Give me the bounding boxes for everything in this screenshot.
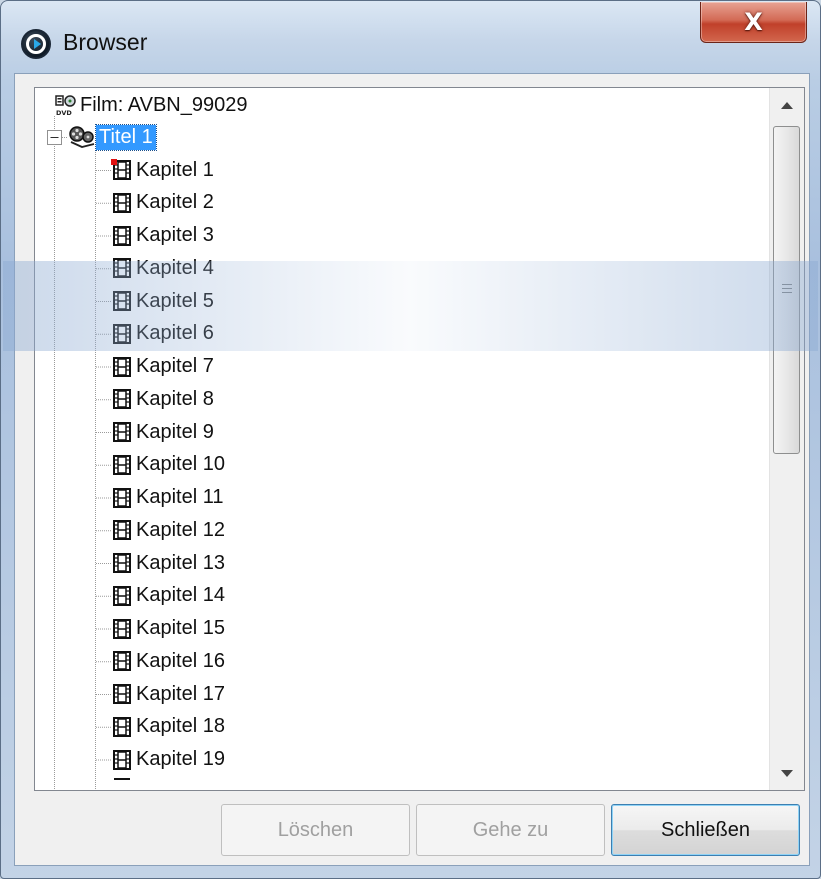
tree-chapter-node[interactable]: Kapitel 3	[111, 222, 217, 250]
tree-chapter-node[interactable]: Kapitel 16	[111, 647, 228, 675]
close-window-button[interactable]: X	[700, 2, 807, 43]
scroll-thumb[interactable]	[773, 126, 800, 454]
film-strip-icon	[113, 291, 131, 311]
tree-chapter-node[interactable]: Kapitel 12	[111, 516, 228, 544]
tree-chapter-label: Kapitel 11	[136, 486, 224, 508]
svg-text:DVD: DVD	[56, 109, 72, 116]
tree-chapter-node[interactable]: Kapitel 19	[111, 746, 228, 774]
dvd-icon: DVD	[55, 95, 76, 116]
tree-title-node[interactable]: Titel 1	[68, 123, 157, 151]
film-strip-icon	[113, 192, 131, 213]
film-strip-icon	[113, 520, 131, 541]
tree-chapter-label: Kapitel 15	[136, 617, 225, 639]
window-title: Browser	[63, 29, 148, 55]
tree-chapter-node[interactable]: Kapitel 4	[111, 254, 217, 282]
tree-chapter-label: Kapitel 14	[136, 584, 225, 607]
tree-chapter-node[interactable]: Kapitel 11	[111, 484, 226, 512]
film-strip-icon	[113, 716, 131, 737]
tree-chapter-label: Kapitel 9	[136, 420, 214, 443]
film-strip-icon	[113, 749, 131, 770]
film-strip-icon	[113, 684, 131, 704]
film-strip-icon	[113, 389, 131, 410]
film-strip-icon	[113, 356, 131, 377]
film-strip-icon	[113, 651, 131, 672]
close-button[interactable]: Schließen	[611, 804, 800, 856]
tree-chapter-label: Kapitel 5	[136, 289, 214, 312]
film-strip-icon	[113, 585, 131, 606]
vertical-scrollbar[interactable]	[769, 88, 804, 790]
close-icon: X	[744, 8, 763, 36]
browser-window: Browser X DVD Film: AVBN_99029 Titel 1 K…	[0, 0, 821, 879]
tree-chapter-node[interactable]: Kapitel 7	[111, 353, 217, 381]
tree-chapter-node[interactable]: Kapitel 5	[111, 287, 217, 315]
tree-chapter-label: Kapitel 8	[136, 387, 214, 410]
tree-chapter-node[interactable]: Kapitel 14	[111, 582, 228, 610]
tree-title-label: Titel 1	[95, 123, 157, 151]
tree-chapter-node[interactable]: Kapitel 18	[111, 713, 228, 741]
tree-chapter-label: Kapitel 3	[136, 224, 214, 246]
film-strip-icon	[111, 159, 131, 180]
film-strip-icon	[113, 422, 131, 442]
tree-chapter-label: Kapitel 2	[136, 191, 214, 214]
tree-chapter-label: Kapitel 13	[136, 551, 225, 574]
tree-chapter-label: Kapitel 4	[136, 256, 214, 279]
tree-chapter-node[interactable]: Kapitel 17	[111, 680, 228, 708]
tree-chapter-label: Kapitel 18	[136, 715, 225, 738]
collapse-toggle	[47, 130, 62, 145]
goto-button[interactable]: Gehe zu	[416, 804, 605, 856]
film-strip-icon	[113, 258, 131, 279]
tree-chapter-node[interactable]: Kapitel 10	[111, 451, 228, 479]
tree-chapter-node[interactable]: Kapitel 15	[111, 615, 228, 643]
dialog-client-area: DVD Film: AVBN_99029 Titel 1 Kapitel 1 Ka	[14, 73, 810, 866]
chapter-tree[interactable]: DVD Film: AVBN_99029 Titel 1 Kapitel 1 Ka	[34, 87, 805, 791]
app-logo-icon	[21, 29, 51, 59]
tree-chapter-label: Kapitel 1	[136, 158, 214, 181]
film-strip-icon	[113, 487, 131, 508]
film-strip-icon	[113, 225, 131, 246]
tree-chapter-label: Kapitel 10	[136, 453, 225, 476]
film-strip-icon	[113, 323, 131, 344]
tree-chapter-node[interactable]: Kapitel 6	[111, 320, 217, 348]
tree-chapter-label: Kapitel 6	[136, 322, 214, 345]
tree-root-label: Film: AVBN_99029	[80, 93, 248, 116]
tree-chapter-label: Kapitel 7	[136, 355, 214, 377]
scroll-down-arrow-icon[interactable]	[770, 756, 804, 790]
film-strip-icon	[113, 454, 131, 475]
delete-button[interactable]: Löschen	[221, 804, 410, 856]
tree-chapter-label: Kapitel 16	[136, 649, 225, 672]
film-reel-icon	[69, 126, 95, 148]
tree-chapter-label: Kapitel 17	[136, 682, 225, 705]
tree-chapter-label: Kapitel 12	[136, 518, 225, 541]
tree-chapter-node[interactable]: Kapitel 1	[111, 156, 217, 184]
title-bar[interactable]: Browser X	[1, 1, 820, 73]
tree-chapter-node[interactable]: Kapitel 2	[111, 189, 217, 217]
film-strip-icon	[113, 553, 131, 573]
tree-chapter-node[interactable]: Kapitel 8	[111, 385, 217, 413]
tree-chapter-node[interactable]: Kapitel 13	[111, 549, 228, 577]
tree-chapter-node[interactable]: Kapitel 9	[111, 418, 217, 446]
scroll-up-arrow-icon[interactable]	[770, 88, 804, 122]
film-strip-icon	[113, 618, 131, 639]
tree-root-node[interactable]: DVD Film: AVBN_99029	[55, 91, 251, 119]
tree-chapter-label: Kapitel 19	[136, 748, 225, 770]
partial-chapter-row	[114, 778, 130, 784]
